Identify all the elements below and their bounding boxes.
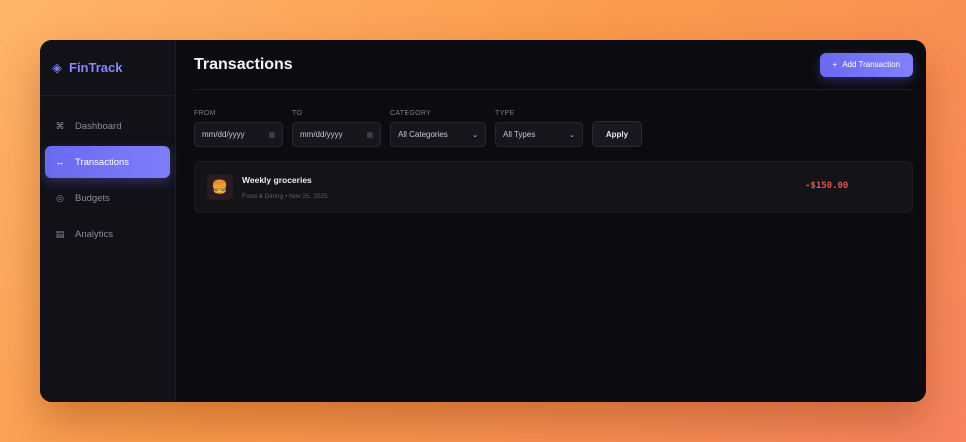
calendar-icon[interactable]: ▦ [366,131,373,139]
type-field: TYPE All Types ⌄ [495,110,583,147]
type-select[interactable]: All Types ⌄ [495,122,583,147]
burger-icon: 🍔 [207,174,233,200]
to-date-input[interactable]: mm/dd/yyyy ▦ [292,122,381,147]
sidebar-item-label: Transactions [75,156,130,168]
add-transaction-label: Add Transaction [842,60,900,69]
filter-bar: FROM mm/dd/yyyy ▦ TO mm/dd/yyyy ▦ CATEGO… [194,110,913,147]
from-date-input[interactable]: mm/dd/yyyy ▦ [194,122,283,147]
target-icon: ◎ [56,192,64,203]
plus-icon: + [832,60,838,69]
category-label: CATEGORY [390,110,432,117]
sidebar: ◈ FinTrack ⌘ Dashboard ↔ Transactions ◎ … [40,40,176,402]
to-field: TO mm/dd/yyyy ▦ [292,110,381,147]
sidebar-item-analytics[interactable]: ▤ Analytics [45,218,170,250]
from-date-value: mm/dd/yyyy [202,130,245,139]
brand-name: FinTrack [69,60,123,75]
add-transaction-button[interactable]: + Add Transaction [819,52,913,77]
sidebar-item-label: Analytics [75,228,114,240]
transaction-list: 🍔 Weekly groceries Food & Dining • Nov 2… [194,161,913,213]
category-select[interactable]: All Categories ⌄ [390,122,486,147]
transaction-meta: Food & Dining • Nov 25, 2025 [242,192,328,200]
app-window: ◈ FinTrack ⌘ Dashboard ↔ Transactions ◎ … [40,40,926,402]
chevron-down-icon: ⌄ [569,131,575,139]
from-label: FROM [194,110,216,117]
to-date-value: mm/dd/yyyy [300,130,343,139]
diamond-icon: ◈ [52,59,62,75]
transaction-amount: -$150.00 [805,181,849,191]
sidebar-item-dashboard[interactable]: ⌘ Dashboard [45,110,170,142]
category-value: All Categories [398,130,448,139]
swap-arrows-icon: ↔ [55,157,65,167]
command-icon: ⌘ [55,120,65,131]
main-content: Transactions + Add Transaction FROM mm/d… [176,40,926,402]
transaction-details: Weekly groceries Food & Dining • Nov 25,… [242,175,328,200]
to-label: TO [292,110,303,117]
brand[interactable]: ◈ FinTrack [40,40,175,96]
from-field: FROM mm/dd/yyyy ▦ [194,110,283,147]
page-header: Transactions + Add Transaction [194,40,913,90]
sidebar-item-budgets[interactable]: ◎ Budgets [45,182,170,214]
page-title: Transactions [194,55,293,73]
category-field: CATEGORY All Categories ⌄ [390,110,486,147]
sidebar-item-label: Budgets [75,192,110,204]
apply-button[interactable]: Apply [592,121,642,147]
type-value: All Types [503,130,536,139]
type-label: TYPE [495,110,515,117]
sidebar-item-label: Dashboard [75,120,122,132]
transaction-title: Weekly groceries [242,174,312,185]
chevron-down-icon: ⌄ [472,131,478,139]
sidebar-item-transactions[interactable]: ↔ Transactions [45,146,170,178]
sidebar-nav: ⌘ Dashboard ↔ Transactions ◎ Budgets ▤ A… [40,96,175,250]
table-row[interactable]: 🍔 Weekly groceries Food & Dining • Nov 2… [194,161,913,213]
calendar-icon[interactable]: ▦ [268,131,275,139]
chart-box-icon: ▤ [55,228,65,239]
